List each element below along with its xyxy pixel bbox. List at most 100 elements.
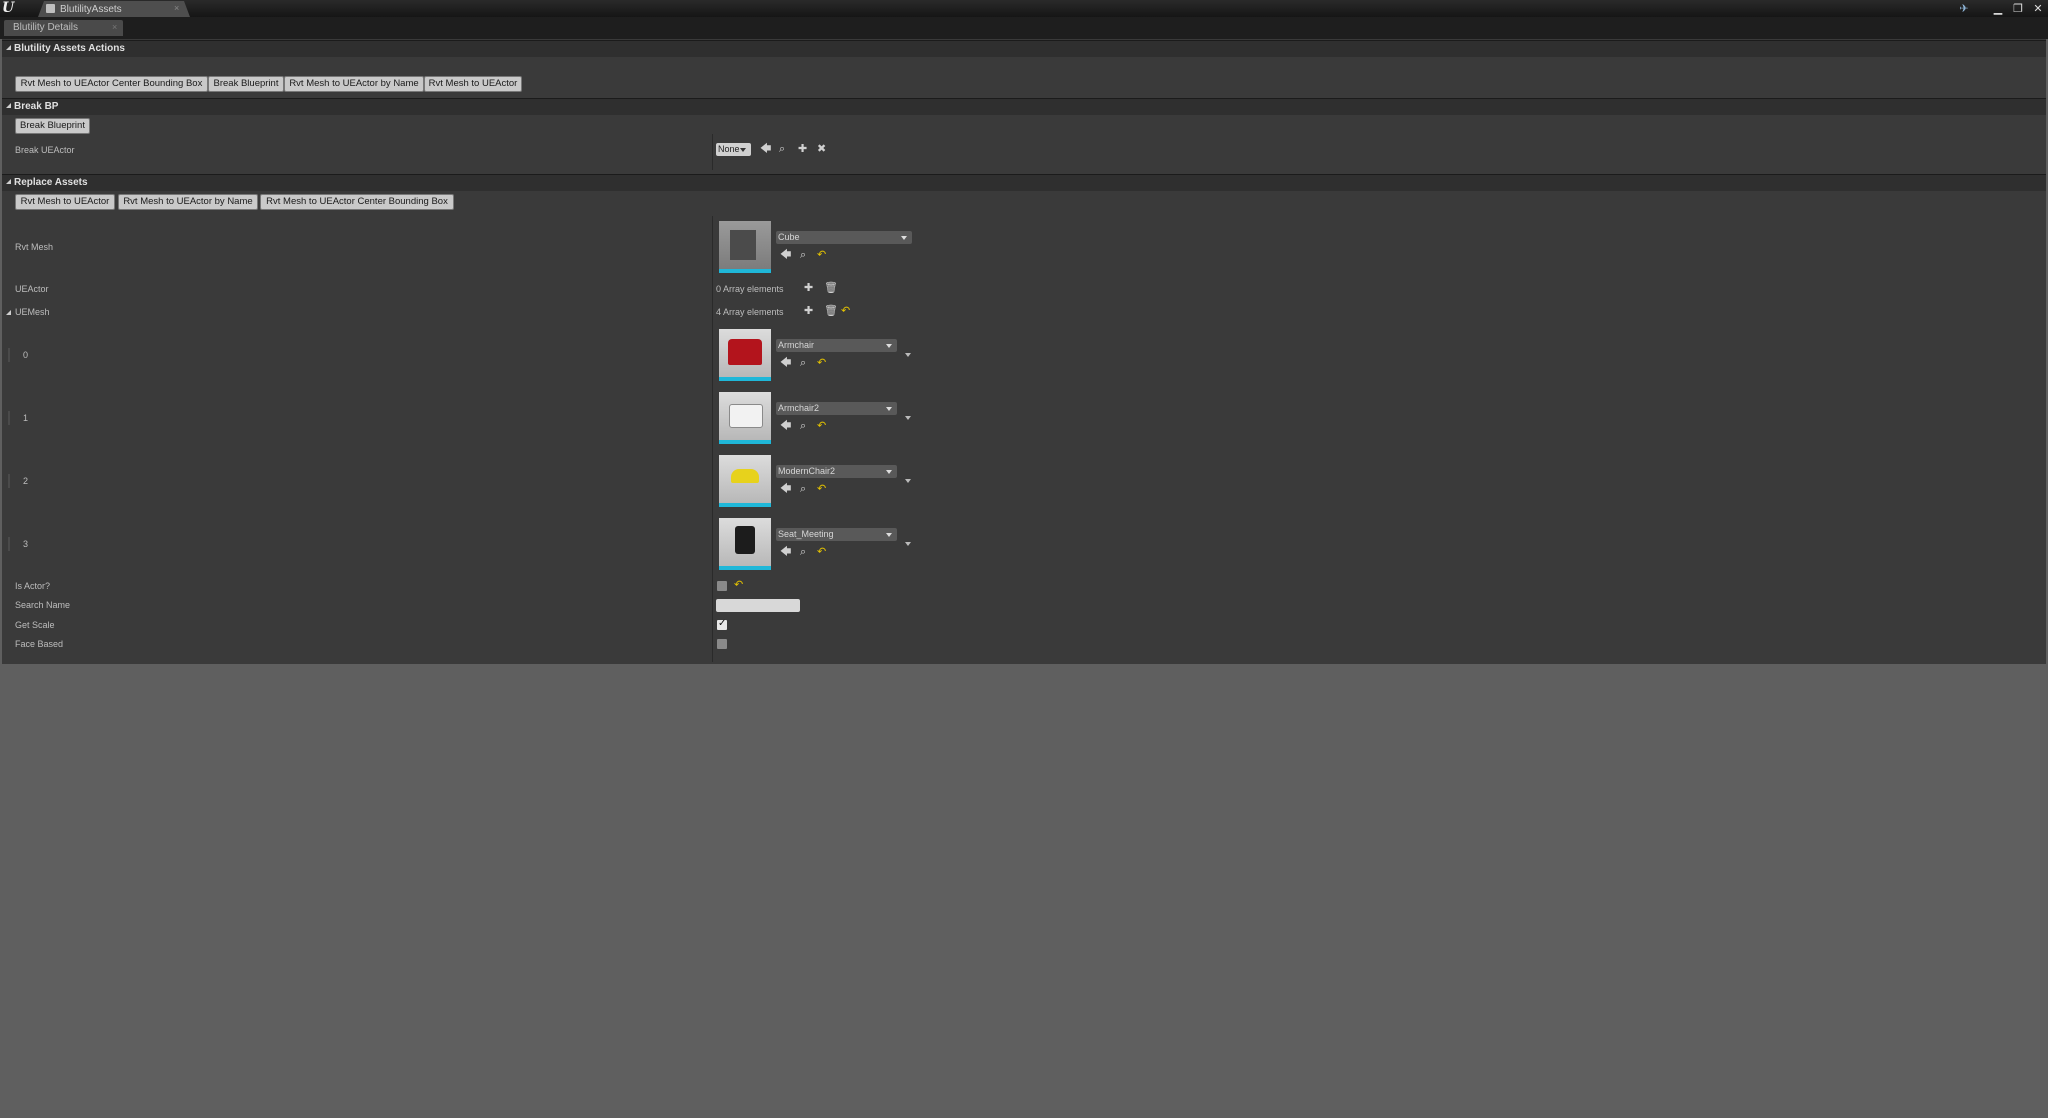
rvt-mesh-to-ueactor-center-bbox-button[interactable]: Rvt Mesh to UEActor Center Bounding Box xyxy=(260,194,454,210)
break-blueprint-button[interactable]: Break Blueprint xyxy=(15,118,90,134)
search-name-input[interactable] xyxy=(716,599,800,612)
reset-to-default-icon[interactable]: ↶ xyxy=(817,421,826,432)
rvt-mesh-to-ueactor-button[interactable]: Rvt Mesh to UEActor xyxy=(424,76,522,92)
document-tab[interactable]: BlutilityAssets × xyxy=(38,1,190,17)
browse-search-icon[interactable]: ⌕ xyxy=(800,547,806,558)
element-options-chevron-icon[interactable] xyxy=(905,416,911,420)
browse-search-icon[interactable]: ⌕ xyxy=(800,421,806,432)
rvt-mesh-combo[interactable]: Cube xyxy=(776,231,912,244)
rvt-mesh-to-ueactor-button[interactable]: Rvt Mesh to UEActor xyxy=(15,194,115,210)
seat-meeting-thumbnail[interactable] xyxy=(719,518,771,570)
yellow-chair-shape xyxy=(731,469,759,483)
property-label-is-actor: Is Actor? xyxy=(15,581,51,591)
collapse-triangle-icon[interactable] xyxy=(6,179,11,184)
array-index-label: 0 xyxy=(23,350,29,360)
close-panel-tab-icon[interactable]: × xyxy=(112,22,117,32)
browse-search-icon[interactable]: ⌕ xyxy=(800,484,806,495)
chevron-down-icon xyxy=(901,236,907,240)
delete-trash-icon[interactable]: 🗑 xyxy=(824,306,838,317)
armchair-thumbnail[interactable] xyxy=(719,329,771,381)
window-controls: ✈ ▁ ❐ ✕ xyxy=(1958,0,2044,17)
maximize-icon[interactable]: ❐ xyxy=(2012,2,2024,15)
add-element-plus-icon[interactable]: ✚ xyxy=(804,306,813,317)
combo-value: Armchair xyxy=(778,340,815,350)
red-armchair-shape xyxy=(728,339,762,365)
use-selected-arrow-icon[interactable]: 🡄 xyxy=(780,358,791,369)
uemesh-array-count: 4 Array elements xyxy=(716,307,784,317)
reset-to-default-icon[interactable]: ↶ xyxy=(817,358,826,369)
combo-value: Seat_Meeting xyxy=(778,529,834,539)
browse-search-icon[interactable]: ⌕ xyxy=(800,250,806,261)
category-title: Blutility Assets Actions xyxy=(14,43,125,54)
combo-value: Armchair2 xyxy=(778,403,820,413)
panel-tab-label: Blutility Details xyxy=(13,22,79,33)
uemesh-element-combo[interactable]: Armchair xyxy=(776,339,897,352)
add-plus-icon[interactable]: ✚ xyxy=(798,144,807,155)
clear-x-icon[interactable]: ✖ xyxy=(817,144,826,155)
break-ueactor-picker[interactable]: None xyxy=(716,143,751,156)
close-icon[interactable]: ✕ xyxy=(2032,2,2044,15)
uemesh-element-combo[interactable]: Seat_Meeting xyxy=(776,528,897,541)
unreal-logo-icon: U xyxy=(2,0,15,16)
use-selected-arrow-icon[interactable]: 🡄 xyxy=(780,250,791,261)
ueactor-array-count: 0 Array elements xyxy=(716,284,784,294)
reset-to-default-icon[interactable]: ↶ xyxy=(817,547,826,558)
close-tab-icon[interactable]: × xyxy=(174,3,179,13)
use-selected-arrow-icon[interactable]: 🡄 xyxy=(780,547,791,558)
chevron-down-icon xyxy=(886,344,892,348)
drag-handle[interactable] xyxy=(8,411,10,425)
element-options-chevron-icon[interactable] xyxy=(905,479,911,483)
collapse-triangle-icon[interactable] xyxy=(6,45,11,50)
add-element-plus-icon[interactable]: ✚ xyxy=(804,283,813,294)
use-selected-arrow-icon[interactable]: 🡄 xyxy=(780,484,791,495)
rvt-mesh-to-ueactor-by-name-button[interactable]: Rvt Mesh to UEActor by Name xyxy=(284,76,424,92)
browse-search-icon[interactable]: ⌕ xyxy=(800,358,806,369)
panel-tab-bar xyxy=(0,17,2048,39)
browse-search-icon[interactable]: ⌕ xyxy=(779,144,785,155)
chevron-down-icon xyxy=(740,148,746,152)
rvt-mesh-to-ueactor-by-name-button[interactable]: Rvt Mesh to UEActor by Name xyxy=(118,194,258,210)
use-selected-arrow-icon[interactable]: 🡄 xyxy=(780,421,791,432)
category-break-bp[interactable]: Break BP xyxy=(2,98,2046,115)
modernchair2-thumbnail[interactable] xyxy=(719,455,771,507)
uemesh-element-combo[interactable]: Armchair2 xyxy=(776,402,897,415)
break-blueprint-button[interactable]: Break Blueprint xyxy=(208,76,284,92)
delete-trash-icon[interactable]: 🗑 xyxy=(824,283,838,294)
drag-handle[interactable] xyxy=(8,537,10,551)
blueprint-asset-icon xyxy=(46,4,55,13)
reset-to-default-icon[interactable]: ↶ xyxy=(817,250,826,261)
chevron-down-icon xyxy=(886,470,892,474)
reset-to-default-icon[interactable]: ↶ xyxy=(817,484,826,495)
get-scale-checkbox[interactable] xyxy=(717,618,727,630)
element-options-chevron-icon[interactable] xyxy=(905,353,911,357)
chevron-down-icon xyxy=(886,533,892,537)
element-options-chevron-icon[interactable] xyxy=(905,542,911,546)
black-chair-shape xyxy=(735,526,755,554)
rvt-mesh-to-ueactor-center-bbox-button[interactable]: Rvt Mesh to UEActor Center Bounding Box xyxy=(15,76,208,92)
minimize-icon[interactable]: ▁ xyxy=(1992,2,2004,15)
uemesh-element-combo[interactable]: ModernChair2 xyxy=(776,465,897,478)
cube-thumbnail[interactable] xyxy=(719,221,771,273)
category-replace-assets[interactable]: Replace Assets xyxy=(2,174,2046,191)
reset-to-default-icon[interactable]: ↶ xyxy=(841,306,850,317)
reset-to-default-icon[interactable]: ↶ xyxy=(734,580,743,591)
use-selected-arrow-icon[interactable]: 🡄 xyxy=(760,144,771,155)
drag-handle[interactable] xyxy=(8,348,10,362)
armchair2-thumbnail[interactable] xyxy=(719,392,771,444)
combo-value: ModernChair2 xyxy=(778,466,836,476)
document-tab-label: BlutilityAssets xyxy=(60,4,122,15)
property-label-break-ueactor: Break UEActor xyxy=(15,145,75,155)
column-divider[interactable] xyxy=(712,216,713,662)
help-icon[interactable]: ✈ xyxy=(1958,2,1970,15)
white-armchair-shape xyxy=(729,404,763,428)
expand-triangle-icon[interactable] xyxy=(6,310,11,315)
face-based-checkbox[interactable] xyxy=(717,639,727,649)
is-actor-checkbox[interactable] xyxy=(717,581,727,591)
property-label-ueactor: UEActor xyxy=(15,284,49,294)
tab-blutility-details[interactable]: Blutility Details × xyxy=(4,20,123,36)
collapse-triangle-icon[interactable] xyxy=(6,103,11,108)
column-divider[interactable] xyxy=(712,134,713,170)
chevron-down-icon xyxy=(886,407,892,411)
drag-handle[interactable] xyxy=(8,474,10,488)
category-blutility-assets-actions[interactable]: Blutility Assets Actions xyxy=(2,40,2046,57)
